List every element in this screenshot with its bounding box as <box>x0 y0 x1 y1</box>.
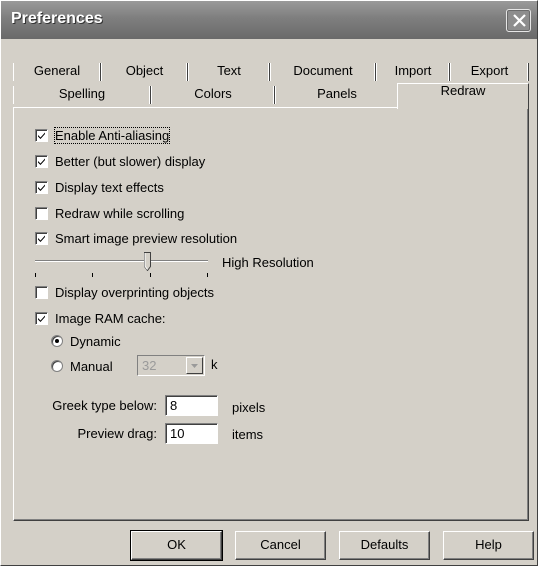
smart-preview-option[interactable]: Smart image preview resolution <box>35 229 237 247</box>
preview-resolution-slider[interactable] <box>35 251 210 281</box>
text-effects-checkbox[interactable] <box>35 180 48 194</box>
tab-redraw[interactable]: Redraw <box>397 83 529 109</box>
tab-row-1: General Object Text Document Import Expo… <box>13 61 529 83</box>
tab-label: Spelling <box>58 86 106 101</box>
preview-drag-input[interactable] <box>165 423 218 444</box>
redraw-scrolling-option[interactable]: Redraw while scrolling <box>35 204 184 222</box>
tab-row-2: Spelling Colors Panels <box>13 84 399 106</box>
window-title: Preferences <box>11 10 103 27</box>
greek-type-unit: pixels <box>232 400 266 415</box>
slider-tick <box>92 273 93 277</box>
redraw-scrolling-checkbox[interactable] <box>35 206 48 220</box>
tab-object[interactable]: Object <box>101 61 188 83</box>
cache-size-value: 32 <box>142 358 157 373</box>
slider-tick <box>150 273 151 277</box>
help-button[interactable]: Help <box>443 531 534 560</box>
preview-drag-unit: items <box>232 427 264 442</box>
tab-label: General <box>33 63 81 78</box>
cancel-button[interactable]: Cancel <box>235 531 326 560</box>
preview-drag-label: Preview drag: <box>77 426 157 441</box>
manual-option[interactable]: Manual <box>51 357 113 375</box>
slider-track-highlight <box>35 261 208 262</box>
better-display-option[interactable]: Better (but slower) display <box>35 152 205 170</box>
defaults-button[interactable]: Defaults <box>339 531 430 560</box>
manual-radio[interactable] <box>51 360 63 372</box>
better-display-label: Better (but slower) display <box>55 153 206 169</box>
tab-colors[interactable]: Colors <box>151 84 275 106</box>
cache-size-select[interactable]: 32 <box>137 355 205 376</box>
tab-general[interactable]: General <box>13 61 101 83</box>
ram-cache-option[interactable]: Image RAM cache: <box>35 309 166 327</box>
slider-tick <box>207 273 208 277</box>
tab-label: Import <box>394 63 432 78</box>
smart-preview-checkbox[interactable] <box>35 231 48 245</box>
greek-type-label: Greek type below: <box>52 398 157 413</box>
dropdown-button[interactable] <box>186 357 203 374</box>
title-bar[interactable]: Preferences <box>1 1 537 39</box>
slider-tick <box>35 273 36 277</box>
text-effects-option[interactable]: Display text effects <box>35 178 164 196</box>
ok-button[interactable]: OK <box>130 530 223 561</box>
tab-label: Object <box>125 63 164 78</box>
tab-label: Document <box>293 63 353 78</box>
overprinting-checkbox[interactable] <box>35 285 48 299</box>
anti-aliasing-checkbox[interactable] <box>35 128 48 142</box>
overprinting-option[interactable]: Display overprinting objects <box>35 283 214 301</box>
tab-import[interactable]: Import <box>376 61 450 83</box>
tab-label: Export <box>470 63 509 78</box>
tab-panels[interactable]: Panels <box>275 84 399 106</box>
ram-cache-checkbox[interactable] <box>35 311 48 325</box>
cache-size-unit: k <box>211 357 218 372</box>
anti-aliasing-label: Enable Anti-aliasing <box>53 126 171 144</box>
dynamic-option[interactable]: Dynamic <box>51 332 121 350</box>
tab-document[interactable]: Document <box>270 61 376 83</box>
ram-cache-label: Image RAM cache: <box>55 310 166 326</box>
redraw-scrolling-label: Redraw while scrolling <box>55 205 185 221</box>
tab-spelling[interactable]: Spelling <box>13 84 151 106</box>
close-button[interactable] <box>506 9 531 32</box>
manual-label: Manual <box>70 358 113 374</box>
better-display-checkbox[interactable] <box>35 154 48 168</box>
tab-label: Colors <box>194 86 232 101</box>
tab-text[interactable]: Text <box>188 61 270 83</box>
preferences-dialog: Preferences General Object Text Document… <box>0 0 538 566</box>
overprinting-label: Display overprinting objects <box>55 284 214 300</box>
tab-label: Panels <box>317 86 357 101</box>
dynamic-label: Dynamic <box>70 333 121 349</box>
slider-thumb[interactable] <box>144 252 151 272</box>
tab-export[interactable]: Export <box>450 61 529 83</box>
radio-dot <box>55 339 59 343</box>
text-effects-label: Display text effects <box>55 179 164 195</box>
anti-aliasing-option[interactable]: Enable Anti-aliasing <box>35 126 171 144</box>
tab-label: Redraw <box>440 83 486 98</box>
tab-label: Text <box>217 63 241 78</box>
smart-preview-label: Smart image preview resolution <box>55 230 238 246</box>
slider-label: High Resolution <box>222 255 314 270</box>
greek-type-input[interactable] <box>165 395 218 416</box>
dynamic-radio[interactable] <box>51 335 63 347</box>
